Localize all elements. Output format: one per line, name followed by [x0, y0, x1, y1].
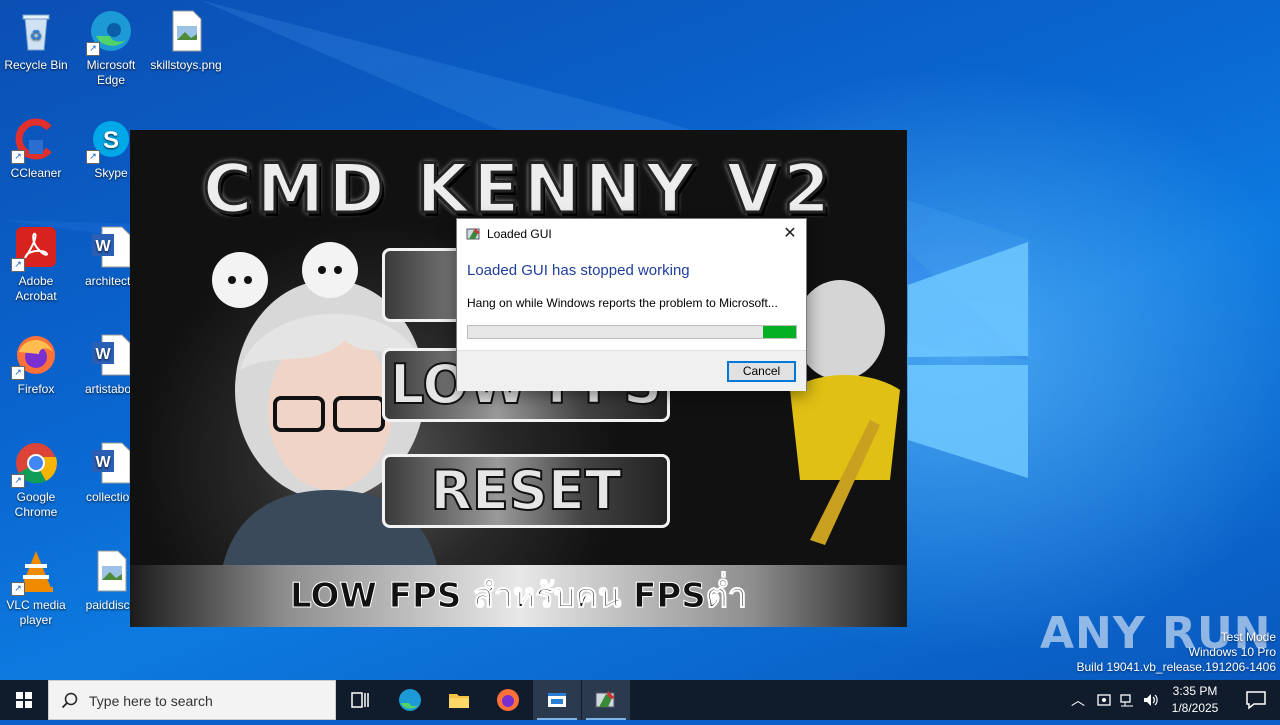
clock-date: 1/8/2025 — [1171, 701, 1219, 715]
image-file-icon — [163, 8, 209, 54]
desktop-icon-adobe-acrobat[interactable]: ↗ Adobe Acrobat — [0, 224, 72, 304]
build-label: Build 19041.vb_release.191206-1406 — [1076, 660, 1277, 674]
shortcut-arrow-icon: ↗ — [11, 474, 25, 488]
edge-icon: ↗ — [86, 8, 134, 56]
windows-logo-icon — [16, 692, 32, 708]
word-document-icon: W — [88, 224, 134, 270]
shortcut-arrow-icon: ↗ — [11, 582, 25, 596]
splash-button-reset[interactable]: RESET — [382, 454, 670, 528]
test-mode-label: Test Mode — [1220, 630, 1276, 644]
taskbar-app-window[interactable] — [533, 680, 581, 720]
dialog-footer: Cancel — [457, 350, 806, 391]
word-document-icon: W — [88, 332, 134, 378]
desktop-icon-ccleaner[interactable]: ↗ CCleaner — [0, 116, 72, 181]
dialog-heading: Loaded GUI has stopped working — [467, 262, 690, 279]
taskbar-file-explorer[interactable] — [435, 680, 483, 720]
task-view-icon — [351, 692, 369, 708]
app-icon — [466, 228, 480, 240]
firefox-icon — [497, 689, 519, 711]
search-placeholder: Type here to search — [89, 693, 213, 709]
taskbar-clock[interactable]: 3:35 PM 1/8/2025 — [1160, 683, 1230, 717]
taskbar-firefox[interactable] — [484, 680, 532, 720]
defender-icon[interactable] — [1096, 692, 1112, 708]
svg-text:W: W — [95, 238, 111, 255]
taskbar-loaded-gui[interactable] — [582, 680, 630, 720]
svg-text:♻: ♻ — [30, 27, 43, 43]
app-icon — [595, 691, 615, 708]
svg-text:W: W — [95, 346, 111, 363]
os-build-info: Test Mode Windows 10 Pro Build 19041.vb_… — [1077, 630, 1277, 675]
taskbar-search-box[interactable]: Type here to search — [48, 680, 336, 720]
shortcut-arrow-icon: ↗ — [86, 42, 100, 56]
clock-time: 3:35 PM — [1172, 684, 1218, 698]
svg-text:W: W — [95, 454, 111, 471]
shortcut-arrow-icon: ↗ — [11, 150, 25, 164]
shortcut-arrow-icon: ↗ — [86, 150, 100, 164]
skype-icon: S ↗ — [86, 116, 134, 164]
window-icon — [548, 693, 566, 707]
chrome-icon: ↗ — [11, 440, 59, 488]
splash-footer-banner: LOW FPS สำหรับคน FPSต่ำ — [130, 565, 907, 627]
desktop-icon-microsoft-edge[interactable]: ↗ Microsoft Edge — [75, 8, 147, 88]
task-view-button[interactable] — [336, 680, 384, 720]
word-document-icon: W — [88, 440, 134, 486]
edge-icon — [399, 689, 421, 711]
desktop-icon-skillstoys[interactable]: skillstoys.png — [150, 8, 222, 73]
folder-icon — [449, 694, 469, 708]
windows-edition-label: Windows 10 Pro — [1188, 645, 1276, 659]
report-progress-bar — [467, 325, 797, 339]
taskbar: Type here to search ︿ 3:35 PM 1/8/2025 — [0, 680, 1280, 720]
desktop-icon-firefox[interactable]: ↗ Firefox — [0, 332, 72, 397]
firefox-icon: ↗ — [11, 332, 59, 380]
dialog-title: Loaded GUI — [487, 227, 552, 241]
error-dialog[interactable]: Loaded GUI ✕ Loaded GUI has stopped work… — [456, 218, 807, 391]
image-file-icon — [88, 548, 134, 594]
desktop-icon-recycle-bin[interactable]: ♻ Recycle Bin — [0, 8, 72, 73]
start-button[interactable] — [0, 680, 48, 720]
chevron-up-icon[interactable]: ︿ — [1071, 690, 1085, 710]
dialog-titlebar[interactable]: Loaded GUI ✕ — [457, 219, 806, 249]
cancel-button[interactable]: Cancel — [727, 361, 796, 382]
volume-icon[interactable] — [1142, 692, 1160, 708]
action-center-button[interactable] — [1232, 680, 1280, 720]
taskbar-edge[interactable] — [386, 680, 434, 720]
search-icon — [61, 692, 78, 709]
network-icon[interactable] — [1119, 692, 1135, 708]
desktop-icon-vlc[interactable]: ↗ VLC media player — [0, 548, 72, 628]
vlc-icon: ↗ — [11, 548, 59, 596]
ccleaner-icon: ↗ — [11, 116, 59, 164]
svg-text:S: S — [103, 127, 119, 154]
notification-icon — [1246, 691, 1266, 710]
dialog-message: Hang on while Windows reports the proble… — [467, 296, 778, 310]
desktop-icon-google-chrome[interactable]: ↗ Google Chrome — [0, 440, 72, 520]
acrobat-icon: ↗ — [11, 224, 59, 272]
close-button[interactable]: ✕ — [774, 219, 806, 249]
recycle-bin-icon: ♻ — [13, 8, 59, 54]
shortcut-arrow-icon: ↗ — [11, 366, 25, 380]
progress-fill — [763, 326, 796, 338]
shortcut-arrow-icon: ↗ — [11, 258, 25, 272]
close-icon: ✕ — [783, 225, 797, 242]
